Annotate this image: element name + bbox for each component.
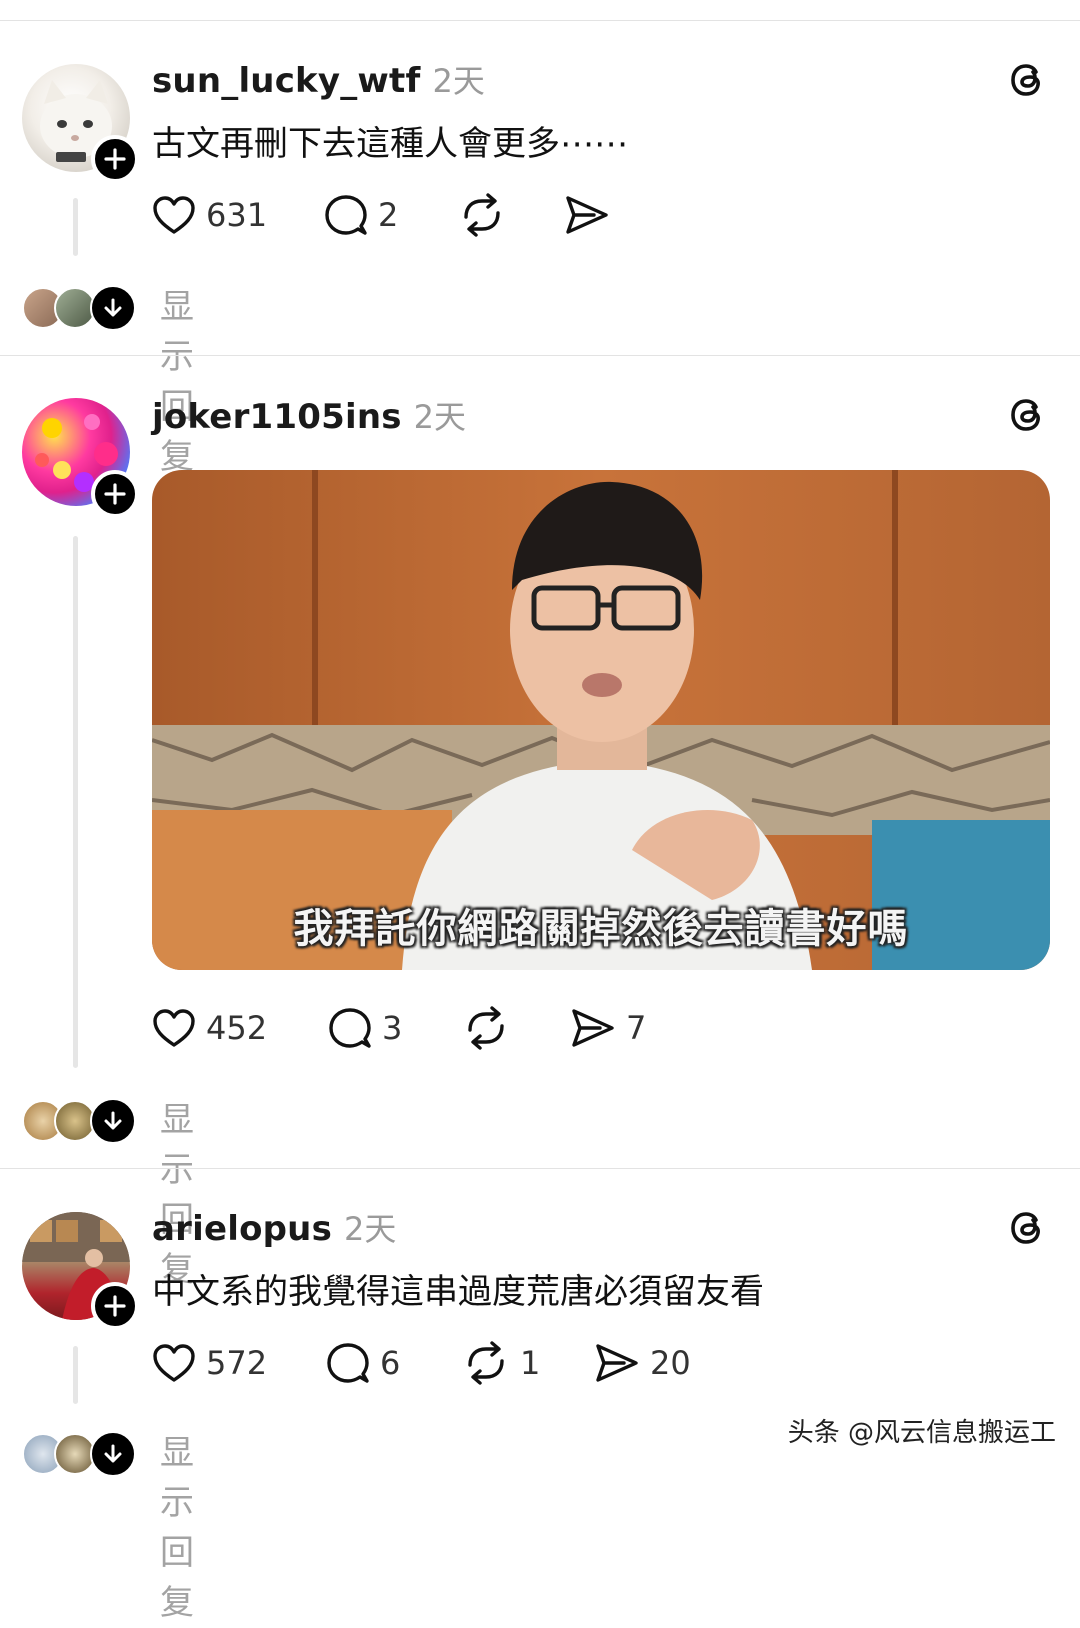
like-count: 631: [206, 196, 268, 234]
heart-icon: [153, 196, 195, 234]
heart-icon: [153, 1009, 195, 1047]
comment-count: 3: [382, 1009, 403, 1047]
like-count: 452: [206, 1009, 268, 1047]
arrow-down-icon: [104, 298, 122, 317]
share-count: 7: [626, 1009, 647, 1047]
threads-logo-icon[interactable]: [1005, 393, 1049, 437]
share-count: 20: [650, 1344, 691, 1382]
comment-count: 6: [380, 1344, 401, 1382]
post-header: sun_lucky_wtf 2天: [152, 56, 485, 102]
arrow-down-icon: [104, 1444, 122, 1463]
expand-replies-button[interactable]: [90, 1098, 136, 1144]
post-text: 古文再刪下去這種人會更多⋯⋯: [152, 124, 628, 164]
follow-button[interactable]: [91, 1282, 139, 1330]
timestamp: 2天: [432, 62, 485, 100]
comment-button[interactable]: 2: [324, 190, 398, 240]
follow-button[interactable]: [91, 135, 139, 183]
arrow-down-icon: [104, 1111, 122, 1130]
post-divider: [0, 1168, 1080, 1169]
post-header: arielopus 2天: [152, 1204, 396, 1250]
repost-icon: [468, 1006, 504, 1050]
share-icon: [566, 196, 608, 234]
like-count: 572: [206, 1344, 268, 1382]
share-icon: [596, 1344, 638, 1382]
follow-plus-icon: [104, 1295, 126, 1317]
comment-icon: [329, 1008, 371, 1048]
show-replies-link[interactable]: 显示回复: [160, 282, 194, 482]
thread-line: [73, 536, 78, 1068]
username[interactable]: joker1105ins: [152, 397, 402, 437]
repost-button[interactable]: 1: [462, 1338, 540, 1388]
follow-button[interactable]: [91, 470, 139, 518]
video-thumbnail[interactable]: 我拜託你網路關掉然後去讀書好嗎: [152, 470, 1050, 970]
thread-line: [73, 198, 78, 256]
post-text: 中文系的我覺得這串過度荒唐必須留友看: [152, 1272, 764, 1312]
repost-count: 1: [520, 1344, 541, 1382]
repost-button[interactable]: [458, 190, 506, 240]
video-frame-image: [152, 470, 1050, 970]
share-icon: [572, 1009, 614, 1047]
repost-icon: [468, 1341, 504, 1385]
thread-line: [73, 1346, 78, 1404]
comment-count: 2: [378, 196, 399, 234]
username[interactable]: sun_lucky_wtf: [152, 61, 421, 101]
post-divider: [0, 355, 1080, 356]
follow-plus-icon: [104, 483, 126, 505]
threads-logo-icon[interactable]: [1005, 1206, 1049, 1250]
like-button[interactable]: 452: [152, 1003, 267, 1053]
post-header: joker1105ins 2天: [152, 392, 466, 438]
username[interactable]: arielopus: [152, 1209, 332, 1249]
repost-button[interactable]: [462, 1003, 510, 1053]
comment-icon: [327, 1343, 369, 1383]
share-button[interactable]: [564, 190, 610, 240]
expand-replies-button[interactable]: [90, 1431, 136, 1477]
follow-plus-icon: [104, 148, 126, 170]
expand-replies-button[interactable]: [90, 285, 136, 331]
repost-icon: [464, 193, 500, 237]
show-replies-link[interactable]: 显示回复: [160, 1428, 194, 1628]
comment-button[interactable]: 6: [326, 1338, 400, 1388]
share-button[interactable]: 20: [594, 1338, 691, 1388]
timestamp: 2天: [413, 398, 467, 436]
like-button[interactable]: 631: [152, 190, 267, 240]
video-subtitle: 我拜託你網路關掉然後去讀書好嗎: [293, 906, 909, 952]
timestamp: 2天: [344, 1210, 397, 1248]
heart-icon: [153, 1344, 195, 1382]
comment-icon: [325, 195, 367, 235]
share-button[interactable]: 7: [570, 1003, 646, 1053]
top-divider: [0, 20, 1080, 21]
like-button[interactable]: 572: [152, 1338, 267, 1388]
comment-button[interactable]: 3: [328, 1003, 402, 1053]
threads-logo-icon[interactable]: [1005, 58, 1049, 102]
watermark: 头条 @风云信息搬运工: [787, 1418, 1056, 1448]
